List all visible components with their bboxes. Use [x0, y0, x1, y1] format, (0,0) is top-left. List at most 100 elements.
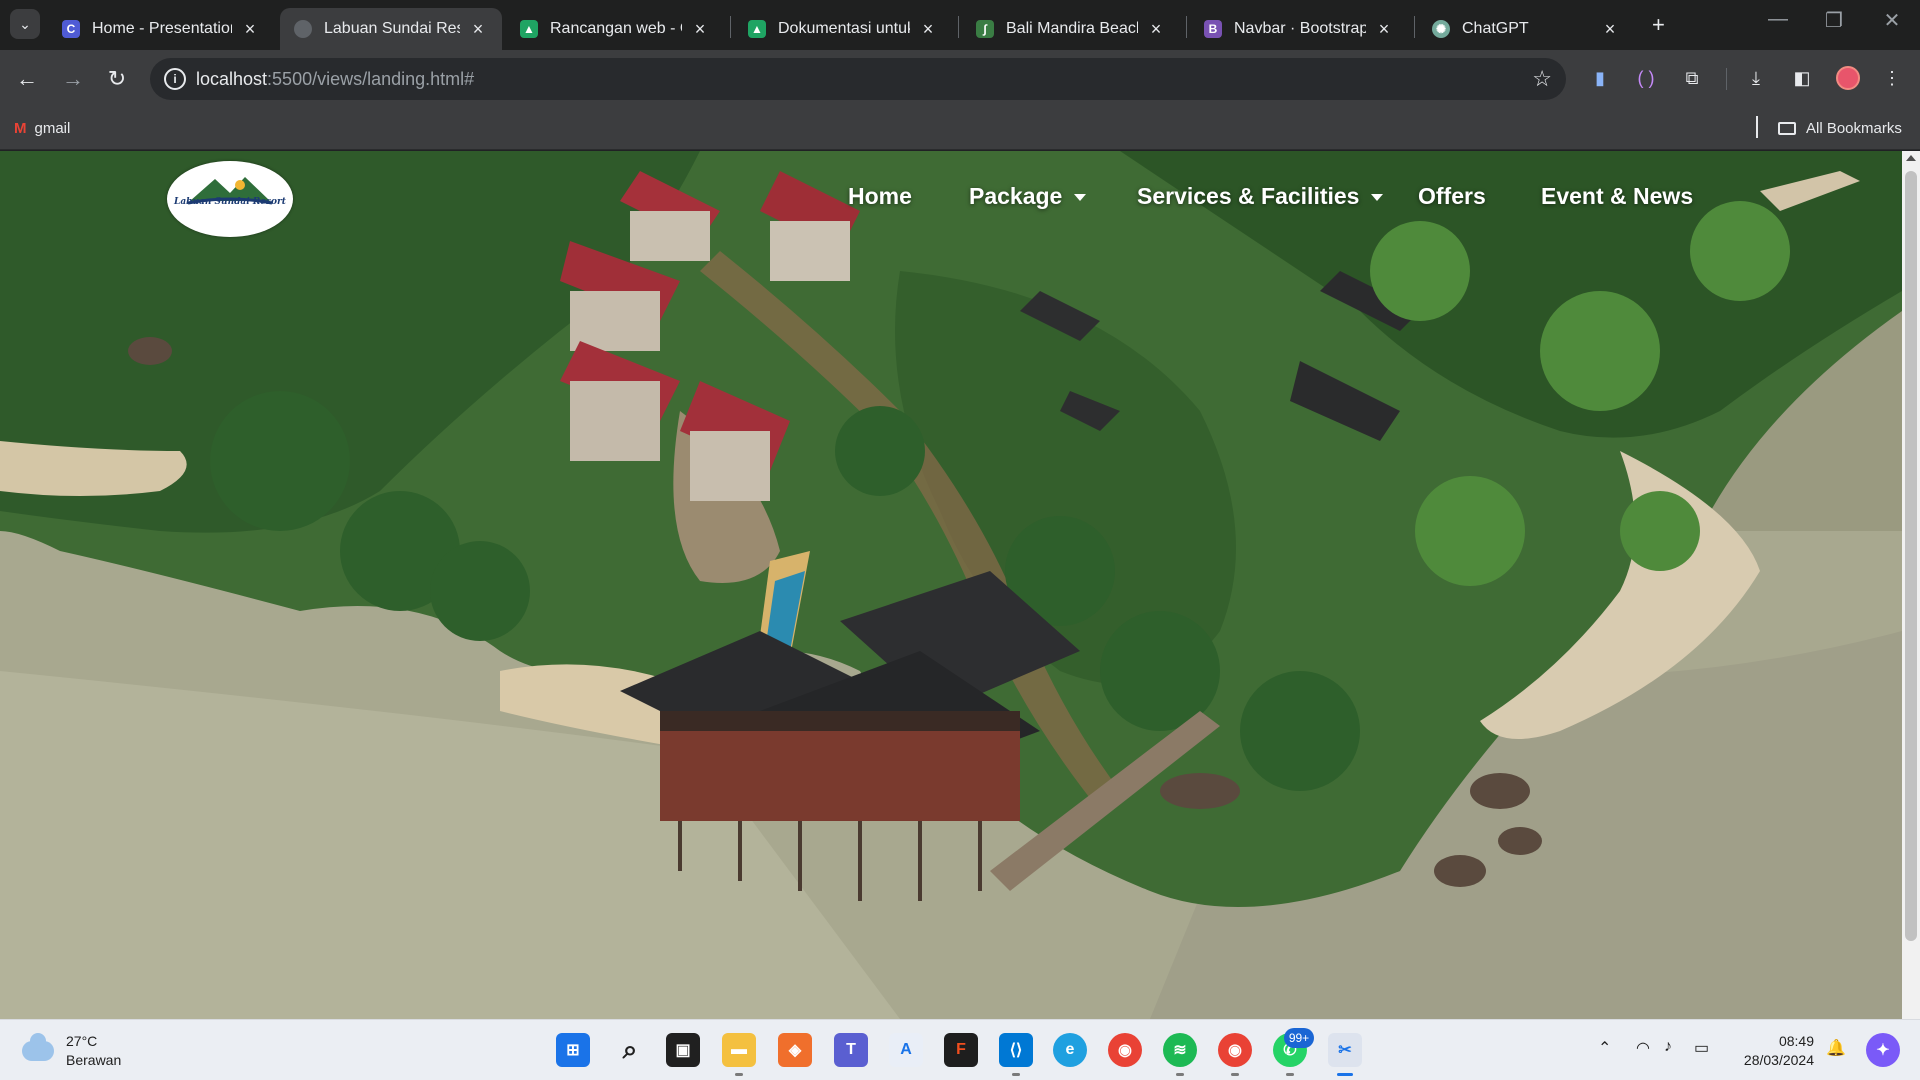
tab-separator — [1186, 16, 1187, 38]
running-indicator — [1231, 1073, 1239, 1076]
app-store-icon[interactable]: A — [889, 1033, 923, 1067]
site-info-icon[interactable]: i — [164, 68, 186, 90]
tab-title: Labuan Sundai Resort — [324, 20, 460, 37]
close-icon[interactable]: × — [690, 19, 710, 40]
wifi-icon[interactable]: ◠ — [1636, 1038, 1650, 1058]
tab-chatgpt[interactable]: ✺ ChatGPT × — [1418, 8, 1634, 50]
globe-icon — [294, 20, 312, 38]
restore-icon[interactable]: ❐ — [1814, 8, 1854, 33]
tab-dokumentasi[interactable]: ▲ Dokumentasi untuk Web × — [734, 8, 952, 50]
nav-event-news[interactable]: Event & News — [1541, 183, 1693, 210]
tab-separator — [1414, 16, 1415, 38]
tab-title: Bali Mandira Beach Resort — [1006, 20, 1138, 37]
logo-text: Labuan Sundai Resort — [174, 197, 286, 207]
reload-icon[interactable]: ↻ — [102, 64, 132, 94]
back-icon[interactable]: ← — [12, 64, 42, 94]
copilot-icon[interactable]: ✦ — [1866, 1033, 1900, 1067]
nav-home[interactable]: Home — [848, 183, 912, 210]
tab-title: Home - Presentation — [92, 20, 232, 37]
edge-icon[interactable]: e — [1053, 1033, 1087, 1067]
nav-offers[interactable]: Offers — [1418, 183, 1486, 210]
tab-title: ChatGPT — [1462, 20, 1529, 37]
tab-title: Dokumentasi untuk Web — [778, 20, 910, 37]
bookmark-gmail[interactable]: M gmail — [14, 120, 70, 137]
address-bar[interactable]: i localhost:5500/views/landing.html# ☆ — [150, 58, 1566, 100]
tab-bali-mandira[interactable]: ∫ Bali Mandira Beach Resort × — [962, 8, 1180, 50]
brackets-extension-icon[interactable]: ( ) — [1632, 64, 1660, 92]
tab-navbar-bootstrap[interactable]: B Navbar · Bootstrap v5 × — [1190, 8, 1408, 50]
new-tab-icon[interactable]: + — [1652, 12, 1665, 38]
close-window-icon[interactable]: ✕ — [1872, 8, 1912, 33]
spotify-icon[interactable]: ≋ — [1163, 1033, 1197, 1067]
caret-down-icon — [1074, 194, 1087, 201]
url-text[interactable]: localhost:5500/views/landing.html# — [196, 69, 474, 90]
file-explorer-icon[interactable]: ▬ — [722, 1033, 756, 1067]
close-icon[interactable]: × — [1600, 19, 1620, 40]
page-viewport: Labuan Sundai Resort Home Package Servic… — [0, 151, 1902, 1019]
bookmark-label: All Bookmarks — [1806, 120, 1902, 137]
minimize-icon[interactable]: — — [1758, 8, 1798, 31]
leaf-icon: ∫ — [976, 20, 994, 38]
tab-separator — [958, 16, 959, 38]
volume-icon[interactable]: ♪ — [1664, 1038, 1672, 1056]
nav-label: Services & Facilities — [1137, 183, 1360, 209]
chevron-down-icon: ⌄ — [19, 15, 31, 32]
nav-label: Home — [848, 183, 912, 209]
tab-search-button[interactable]: ⌄ — [10, 9, 40, 39]
forward-icon[interactable]: → — [58, 64, 88, 94]
bookmarks-separator — [1756, 116, 1758, 138]
profile-avatar[interactable] — [1836, 66, 1860, 90]
close-icon[interactable]: × — [240, 19, 260, 40]
system-clock[interactable]: 08:49 28/03/2024 — [1734, 1032, 1814, 1070]
page-scrollbar[interactable] — [1902, 151, 1920, 1019]
download-icon[interactable]: ⤓ — [1742, 64, 1770, 92]
tab-rancangan-web[interactable]: ▲ Rancangan web - Google Drive × — [506, 8, 724, 50]
scrollbar-thumb[interactable] — [1905, 171, 1917, 941]
caret-down-icon — [1371, 194, 1384, 201]
scroll-up-arrow-icon[interactable] — [1906, 155, 1916, 161]
battery-icon[interactable]: ▭ — [1694, 1038, 1709, 1058]
tab-labuan-sundai[interactable]: Labuan Sundai Resort × — [280, 8, 502, 50]
site-logo[interactable]: Labuan Sundai Resort — [167, 161, 293, 237]
toolbar-separator — [1726, 68, 1727, 90]
tab-separator — [730, 16, 731, 38]
extensions-puzzle-icon[interactable]: ⧉ — [1678, 64, 1706, 92]
running-indicator — [1286, 1073, 1294, 1076]
windows-start-icon[interactable]: ⊞ — [556, 1033, 590, 1067]
nav-package-dropdown[interactable]: Package — [969, 183, 1087, 210]
nav-label: Event & News — [1541, 183, 1694, 209]
close-icon[interactable]: × — [1146, 19, 1166, 40]
teams-icon[interactable]: T — [834, 1033, 868, 1067]
running-indicator — [1176, 1073, 1184, 1076]
figma-icon[interactable]: F — [944, 1033, 978, 1067]
tab-home-presentation[interactable]: C Home - Presentation × — [48, 8, 274, 50]
menu-kebab-icon[interactable]: ⋮ — [1878, 64, 1906, 92]
side-panel-icon[interactable]: ◧ — [1788, 64, 1816, 92]
close-icon[interactable]: × — [918, 19, 938, 40]
chevron-up-icon[interactable]: ⌃ — [1598, 1038, 1611, 1058]
close-icon[interactable]: × — [1374, 19, 1394, 40]
nav-services-dropdown[interactable]: Services & Facilities — [1137, 183, 1384, 210]
close-icon[interactable]: × — [468, 19, 488, 40]
vscode-icon[interactable]: ⟨⟩ — [999, 1033, 1033, 1067]
all-bookmarks-button[interactable]: All Bookmarks — [1778, 120, 1902, 137]
search-icon[interactable]: ⌕ — [613, 1033, 647, 1067]
bookmarks-bar: M gmail All Bookmarks — [0, 108, 1920, 150]
temperature: 27°C — [66, 1033, 98, 1049]
chrome-icon[interactable]: ◉ — [1108, 1033, 1142, 1067]
snipping-tool-icon[interactable]: ✂ — [1328, 1033, 1362, 1067]
clock-time: 08:49 — [1778, 1033, 1814, 1049]
canva-icon: C — [62, 20, 80, 38]
hero-image — [0, 151, 1902, 1019]
weather-condition: Berawan — [66, 1052, 122, 1068]
task-view-icon[interactable]: ▣ — [666, 1033, 700, 1067]
chatgpt-icon: ✺ — [1432, 20, 1450, 38]
url-host: localhost — [196, 69, 268, 89]
notification-bell-icon[interactable]: 🔔 — [1826, 1038, 1846, 1058]
app-orange-icon[interactable]: ◈ — [778, 1033, 812, 1067]
chrome-profile-icon[interactable]: ◉ — [1218, 1033, 1252, 1067]
weather-widget[interactable]: 27°C Berawan — [22, 1032, 121, 1070]
bootstrap-icon: B — [1204, 20, 1222, 38]
bookmark-star-icon[interactable]: ☆ — [1532, 66, 1552, 92]
docs-extension-icon[interactable]: ▮ — [1586, 64, 1614, 92]
